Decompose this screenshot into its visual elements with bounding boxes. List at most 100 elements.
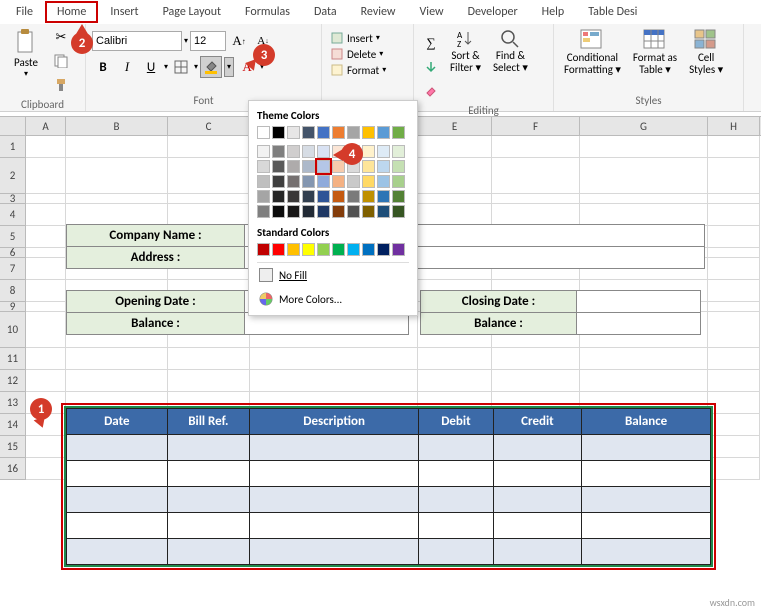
color-swatch[interactable]: [362, 175, 375, 188]
color-swatch[interactable]: [332, 126, 345, 139]
tab-file[interactable]: File: [4, 1, 45, 23]
row-header[interactable]: 15: [0, 436, 26, 458]
cell[interactable]: [708, 348, 760, 370]
cell[interactable]: [708, 458, 760, 480]
cell[interactable]: [580, 348, 708, 370]
color-swatch[interactable]: [317, 205, 330, 218]
color-swatch[interactable]: [257, 243, 270, 256]
cell[interactable]: [580, 370, 708, 392]
color-swatch[interactable]: [257, 190, 270, 203]
color-swatch[interactable]: [257, 145, 270, 158]
col-header[interactable]: B: [66, 117, 168, 135]
color-swatch[interactable]: [317, 145, 330, 158]
col-header[interactable]: H: [708, 117, 760, 135]
tab-formulas[interactable]: Formulas: [233, 1, 302, 23]
cell[interactable]: [26, 158, 66, 194]
row-header[interactable]: 9: [0, 302, 26, 312]
bold-button[interactable]: B: [92, 56, 114, 78]
autosum-button[interactable]: ∑: [420, 32, 442, 54]
color-swatch[interactable]: [377, 126, 390, 139]
find-select-button[interactable]: Find &Select ▾: [489, 26, 532, 76]
cell[interactable]: [250, 370, 418, 392]
cut-button[interactable]: ✂: [50, 26, 72, 48]
header-description[interactable]: Description: [250, 409, 419, 435]
color-swatch[interactable]: [347, 190, 360, 203]
cell[interactable]: [168, 370, 250, 392]
color-swatch[interactable]: [272, 205, 285, 218]
tab-tabledesign[interactable]: Table Desi: [576, 1, 649, 23]
color-swatch[interactable]: [287, 190, 300, 203]
tab-home[interactable]: Home: [45, 1, 98, 23]
color-swatch[interactable]: [287, 205, 300, 218]
col-header[interactable]: A: [26, 117, 66, 135]
cell[interactable]: [492, 204, 580, 226]
cell[interactable]: [418, 348, 492, 370]
cell[interactable]: [580, 204, 708, 226]
color-swatch[interactable]: [362, 243, 375, 256]
table-row[interactable]: [67, 513, 711, 539]
color-swatch[interactable]: [257, 126, 270, 139]
cell[interactable]: [66, 194, 168, 204]
color-swatch[interactable]: [362, 126, 375, 139]
underline-button[interactable]: U: [140, 56, 162, 78]
color-swatch[interactable]: [302, 243, 315, 256]
cells-insert-button[interactable]: Insert ▾: [328, 30, 382, 46]
color-swatch[interactable]: [272, 190, 285, 203]
color-swatch[interactable]: [347, 243, 360, 256]
color-swatch[interactable]: [272, 126, 285, 139]
table-row[interactable]: [67, 487, 711, 513]
closing-date-cell[interactable]: [577, 291, 701, 313]
more-colors-item[interactable]: More Colors...: [257, 287, 409, 311]
cell[interactable]: [26, 312, 66, 348]
cell[interactable]: [418, 194, 492, 204]
row-header[interactable]: 12: [0, 370, 26, 392]
color-swatch[interactable]: [392, 145, 405, 158]
color-swatch[interactable]: [377, 190, 390, 203]
tab-data[interactable]: Data: [302, 1, 349, 23]
color-swatch[interactable]: [317, 126, 330, 139]
header-balance[interactable]: Balance: [582, 409, 711, 435]
color-swatch[interactable]: [392, 243, 405, 256]
cell[interactable]: [26, 302, 66, 312]
color-swatch[interactable]: [272, 160, 285, 173]
cell[interactable]: [168, 204, 250, 226]
color-swatch[interactable]: [272, 175, 285, 188]
color-swatch[interactable]: [317, 190, 330, 203]
color-swatch[interactable]: [377, 160, 390, 173]
cell[interactable]: [26, 226, 66, 248]
row-header[interactable]: 16: [0, 458, 26, 480]
col-header[interactable]: F: [492, 117, 580, 135]
copy-button[interactable]: [50, 50, 72, 72]
color-swatch[interactable]: [392, 160, 405, 173]
cell[interactable]: [26, 280, 66, 302]
color-swatch[interactable]: [287, 160, 300, 173]
format-as-table-button[interactable]: Format asTable ▾: [629, 26, 681, 78]
row-header[interactable]: 5: [0, 226, 26, 248]
cell[interactable]: [26, 248, 66, 258]
tab-review[interactable]: Review: [349, 1, 408, 23]
color-swatch[interactable]: [377, 205, 390, 218]
row-header[interactable]: 7: [0, 258, 26, 280]
color-swatch[interactable]: [362, 190, 375, 203]
color-swatch[interactable]: [377, 175, 390, 188]
tab-help[interactable]: Help: [530, 1, 577, 23]
font-size-select[interactable]: [190, 31, 226, 51]
color-swatch[interactable]: [332, 160, 345, 173]
row-header[interactable]: 3: [0, 194, 26, 204]
cell[interactable]: [708, 302, 760, 312]
color-swatch[interactable]: [302, 145, 315, 158]
cell[interactable]: [26, 348, 66, 370]
color-swatch[interactable]: [302, 175, 315, 188]
cell[interactable]: [168, 136, 250, 158]
format-painter-button[interactable]: [50, 74, 72, 96]
cell[interactable]: [492, 348, 580, 370]
cell[interactable]: [708, 436, 760, 458]
color-swatch[interactable]: [392, 205, 405, 218]
color-swatch[interactable]: [347, 175, 360, 188]
color-swatch[interactable]: [362, 205, 375, 218]
conditional-formatting-button[interactable]: ConditionalFormatting ▾: [560, 26, 625, 78]
font-name-select[interactable]: [92, 31, 182, 51]
color-swatch[interactable]: [287, 175, 300, 188]
cell[interactable]: [26, 370, 66, 392]
table-row[interactable]: [67, 435, 711, 461]
